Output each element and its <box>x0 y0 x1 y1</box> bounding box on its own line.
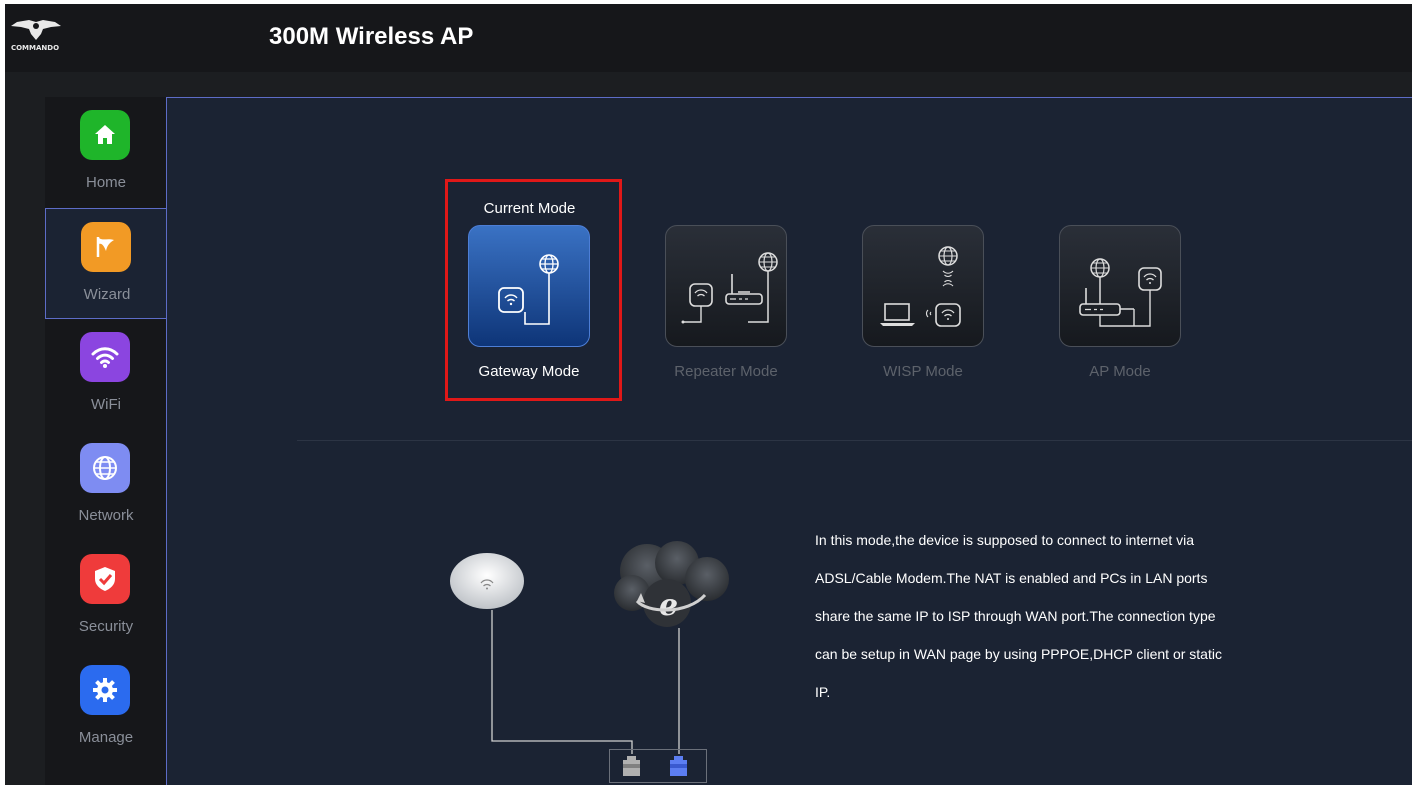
mode-card-wisp[interactable] <box>862 225 984 347</box>
repeater-mode-icon <box>681 252 778 324</box>
internet-cloud-icon: e <box>614 541 729 627</box>
sidebar: Home Wizard WiFi Network Security Manage <box>45 97 168 785</box>
flag-icon <box>81 222 131 272</box>
ap-mode-icon <box>1079 258 1162 327</box>
sidebar-item-label: Manage <box>78 729 134 746</box>
mode-label-wisp: WISP Mode <box>883 363 963 380</box>
topology-diagram: e <box>450 541 729 754</box>
brand-logo: COMMANDO <box>7 18 65 56</box>
home-icon <box>80 110 130 160</box>
sidebar-item-home[interactable]: Home <box>45 97 167 208</box>
shield-icon <box>80 554 130 604</box>
app-window: COMMANDO 300M Wireless AP Home Wizard Wi… <box>5 4 1412 785</box>
sidebar-item-label: WiFi <box>91 396 121 413</box>
sidebar-item-wizard[interactable]: Wizard <box>45 208 168 319</box>
mode-label-gateway: Gateway Mode <box>478 363 580 380</box>
mode-card-ap[interactable] <box>1059 225 1181 347</box>
sidebar-item-label: Wizard <box>83 286 131 303</box>
sidebar-item-label: Security <box>78 618 134 635</box>
header-bar: COMMANDO 300M Wireless AP <box>5 4 1412 72</box>
logo-text: COMMANDO <box>10 44 60 52</box>
current-mode-title: Current Mode <box>483 200 576 217</box>
gear-icon <box>80 665 130 715</box>
main-content: Current Mode Gateway Mode Repeater Mode … <box>166 97 1412 785</box>
wisp-mode-icon <box>880 246 961 327</box>
app-title: 300M Wireless AP <box>269 23 474 50</box>
globe-icon <box>80 443 130 493</box>
section-divider <box>297 440 1412 441</box>
eagle-icon <box>11 20 61 40</box>
sidebar-item-security[interactable]: Security <box>45 541 167 652</box>
wifi-icon <box>80 332 130 382</box>
sidebar-item-manage[interactable]: Manage <box>45 652 167 763</box>
sidebar-item-network[interactable]: Network <box>45 430 167 541</box>
mode-label-ap: AP Mode <box>1089 363 1151 380</box>
mode-card-repeater[interactable] <box>665 225 787 347</box>
sidebar-item-label: Home <box>85 174 126 191</box>
sidebar-item-label: Network <box>78 507 134 524</box>
sidebar-item-wifi[interactable]: WiFi <box>45 319 167 430</box>
svg-text:e: e <box>659 588 678 623</box>
mode-description: In this mode,the device is supposed to c… <box>815 532 1222 700</box>
lan-wan-ports <box>609 749 707 783</box>
mode-label-repeater: Repeater Mode <box>674 363 778 380</box>
ceiling-ap-device-icon <box>450 553 524 609</box>
mode-card-gateway[interactable] <box>468 225 590 347</box>
ethernet-port-icon <box>623 756 687 776</box>
gateway-mode-icon <box>498 254 559 325</box>
